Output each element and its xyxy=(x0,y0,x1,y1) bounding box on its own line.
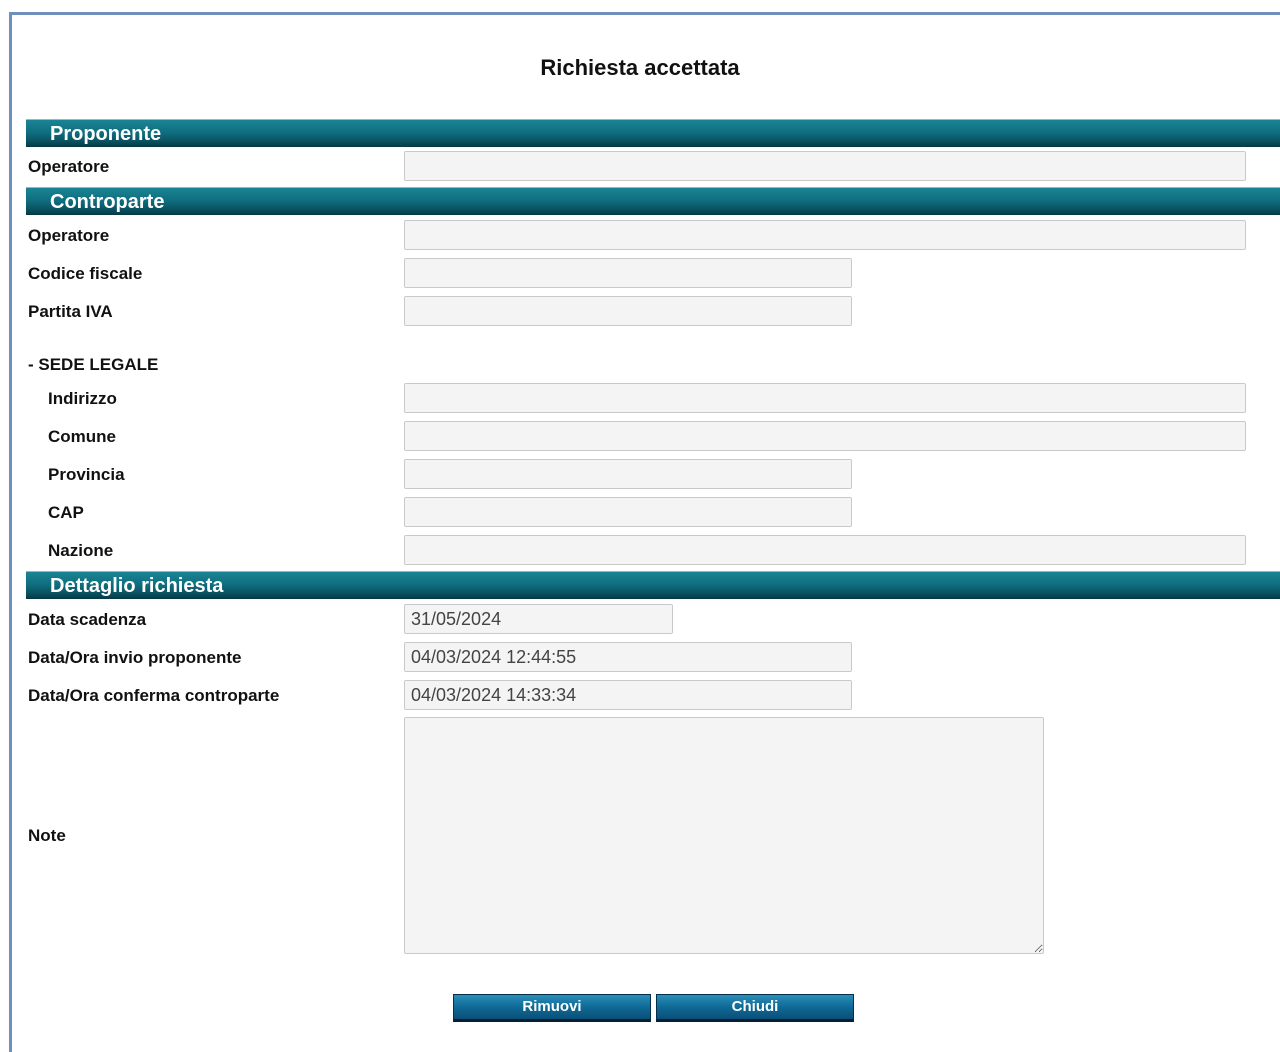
conferma-controparte-label: Data/Ora conferma controparte xyxy=(28,686,280,705)
codice-fiscale-label: Codice fiscale xyxy=(28,264,143,283)
partita-iva-field[interactable] xyxy=(404,296,852,326)
section-header-controparte: Controparte xyxy=(26,187,1280,215)
cap-label: CAP xyxy=(48,503,84,522)
data-scadenza-label: Data scadenza xyxy=(28,610,147,629)
controparte-operatore-field[interactable] xyxy=(404,220,1246,250)
section-header-proponente: Proponente xyxy=(26,119,1280,147)
indirizzo-label: Indirizzo xyxy=(48,389,117,408)
nazione-label: Nazione xyxy=(48,541,114,560)
nazione-field[interactable] xyxy=(404,535,1246,565)
codice-fiscale-field[interactable] xyxy=(404,258,852,288)
rimuovi-button[interactable]: Rimuovi xyxy=(453,994,651,1022)
chiudi-button[interactable]: Chiudi xyxy=(656,994,854,1022)
page-title: Richiesta accettata xyxy=(540,55,740,80)
indirizzo-field[interactable] xyxy=(404,383,1246,413)
controparte-operatore-label: Operatore xyxy=(28,226,110,245)
provincia-field[interactable] xyxy=(404,459,852,489)
note-textarea[interactable] xyxy=(404,717,1044,954)
invio-proponente-label: Data/Ora invio proponente xyxy=(28,648,242,667)
invio-proponente-field[interactable]: 04/03/2024 12:44:55 xyxy=(404,642,852,672)
proponente-operatore-label: Operatore xyxy=(28,157,110,176)
sede-legale-label: - SEDE LEGALE xyxy=(28,355,159,374)
section-header-dettaglio: Dettaglio richiesta xyxy=(26,571,1280,599)
comune-label: Comune xyxy=(48,427,116,446)
note-label: Note xyxy=(28,826,66,845)
partita-iva-label: Partita IVA xyxy=(28,302,113,321)
comune-field[interactable] xyxy=(404,421,1246,451)
proponente-operatore-field[interactable] xyxy=(404,151,1246,181)
data-scadenza-field[interactable]: 31/05/2024 xyxy=(404,604,673,634)
cap-field[interactable] xyxy=(404,497,852,527)
conferma-controparte-field[interactable]: 04/03/2024 14:33:34 xyxy=(404,680,852,710)
provincia-label: Provincia xyxy=(48,465,125,484)
